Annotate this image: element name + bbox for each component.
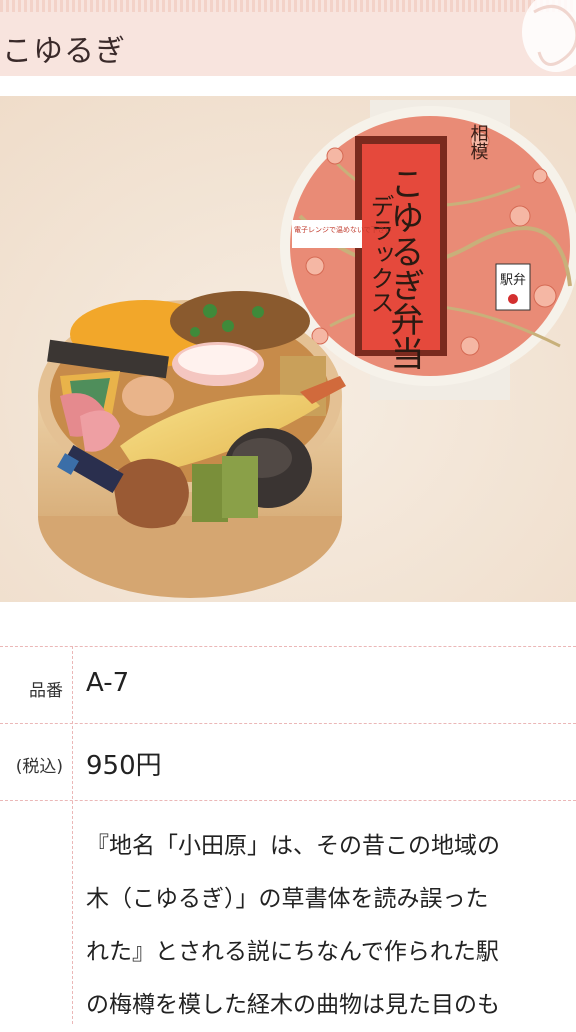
- table-divider: [0, 723, 576, 724]
- description-line: れた』とされる説にちなんで作られた駅: [86, 939, 499, 965]
- table-divider: [0, 646, 576, 647]
- lid-notice-text: 電子レンジで温めないで下さい: [294, 225, 392, 234]
- lid-name-text: こゆるぎ弁当: [384, 166, 424, 370]
- page-header: こゆるぎ: [0, 0, 576, 76]
- header-decoration: [0, 0, 576, 12]
- product-number-value: A-7: [86, 668, 130, 698]
- ekiben-stamp-text: 駅弁: [500, 273, 526, 288]
- lid-origin-text: 相模: [468, 124, 489, 160]
- description-line: の梅樽を模した経木の曲物は見た目のも: [86, 992, 500, 1018]
- price-value: 950円: [86, 751, 162, 781]
- bento-image: デラックス こゆるぎ弁当 相模 駅弁 電子レンジで温めないで下さい: [0, 96, 576, 602]
- product-number-label: 品番: [29, 681, 63, 701]
- header-ornament-icon: [522, 0, 576, 72]
- product-description: 『地名「小田原」は、その昔この地域の 木（こゆるぎ）」の草書体を読み誤った れた…: [86, 820, 576, 1032]
- table-column-divider: [72, 646, 73, 1024]
- price-label: (税込): [15, 757, 63, 777]
- description-line: 『地名「小田原」は、その昔この地域の: [86, 833, 500, 859]
- page-title: こゆるぎ: [2, 34, 126, 69]
- description-line: 木（こゆるぎ）」の草書体を読み誤った: [86, 886, 489, 912]
- product-photo: デラックス こゆるぎ弁当 相模 駅弁 電子レンジで温めないで下さい: [0, 96, 576, 602]
- table-divider: [0, 800, 576, 801]
